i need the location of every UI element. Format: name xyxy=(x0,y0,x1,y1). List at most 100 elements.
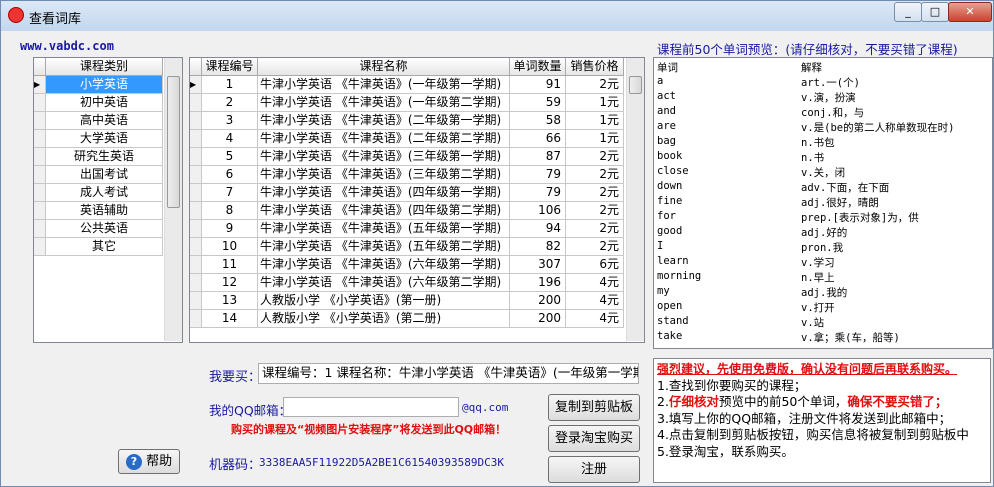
qq-email-input[interactable] xyxy=(283,397,459,417)
col-word-count[interactable]: 单词数量 xyxy=(510,58,566,76)
price: 2元 xyxy=(566,238,624,256)
table-row[interactable]: 13 人教版小学 《小学英语》(第一册) 200 4元 xyxy=(190,292,626,310)
note-2-num: 2. xyxy=(657,394,669,409)
preview-meaning: adv.下面，在下面 xyxy=(801,182,890,194)
category-label[interactable]: 研究生英语 xyxy=(46,148,163,166)
table-row[interactable]: 6 牛津小学英语 《牛津英语》(三年级第二学期) 79 2元 xyxy=(190,166,626,184)
row-indicator xyxy=(190,130,202,148)
col-course-name[interactable]: 课程名称 xyxy=(258,58,510,76)
category-item[interactable]: 公共英语 xyxy=(34,220,164,238)
word-count: 66 xyxy=(510,130,566,148)
word-count: 79 xyxy=(510,166,566,184)
row-indicator xyxy=(190,238,202,256)
category-label[interactable]: 英语辅助 xyxy=(46,202,163,220)
category-label[interactable]: 大学英语 xyxy=(46,130,163,148)
category-label[interactable]: 初中英语 xyxy=(46,94,163,112)
preview-word: book xyxy=(657,150,683,162)
category-label[interactable]: 高中英语 xyxy=(46,112,163,130)
col-course-id[interactable]: 课程编号 xyxy=(202,58,258,76)
app-icon xyxy=(8,7,24,23)
register-button[interactable]: 注册 xyxy=(548,456,640,483)
category-item[interactable]: 大学英语 xyxy=(34,130,164,148)
table-row[interactable]: 5 牛津小学英语 《牛津英语》(三年级第一学期) 87 2元 xyxy=(190,148,626,166)
help-button[interactable]: ? 帮助 xyxy=(118,449,180,474)
table-row[interactable]: 14 人教版小学 《小学英语》(第二册) 200 4元 xyxy=(190,310,626,328)
price: 4元 xyxy=(566,274,624,292)
preview-word: a xyxy=(657,75,664,87)
preview-meaning: adj.我的 xyxy=(801,287,848,299)
table-row[interactable]: 12 牛津小学英语 《牛津英语》(六年级第二学期) 196 4元 xyxy=(190,274,626,292)
price: 1元 xyxy=(566,130,624,148)
scroll-thumb[interactable] xyxy=(167,76,180,208)
category-scrollbar[interactable] xyxy=(164,58,182,341)
course-id: 6 xyxy=(202,166,258,184)
category-label[interactable]: 公共英语 xyxy=(46,220,163,238)
preview-word: I xyxy=(657,240,664,252)
buy-info-field[interactable]: 课程编号：1 课程名称：牛津小学英语 《牛津英语》(一年级第一学期) xyxy=(258,363,639,384)
site-link[interactable]: www.vabdc.com xyxy=(20,39,114,53)
help-label: 帮助 xyxy=(146,454,173,469)
category-item[interactable]: 高中英语 xyxy=(34,112,164,130)
table-row[interactable]: 10 牛津小学英语 《牛津英语》(五年级第二学期) 82 2元 xyxy=(190,238,626,256)
course-name: 牛津小学英语 《牛津英语》(三年级第二学期) xyxy=(258,166,510,184)
note-3: 3.填写上你的QQ邮箱，注册文件将发送到此邮箱中； xyxy=(657,410,952,426)
category-item[interactable]: 英语辅助 xyxy=(34,202,164,220)
col-price[interactable]: 销售价格 xyxy=(566,58,624,76)
category-item[interactable]: 成人考试 xyxy=(34,184,164,202)
buy-label: 我要买： xyxy=(209,370,262,385)
preview-word: 单词 xyxy=(657,62,678,74)
close-button[interactable]: ✕ xyxy=(948,2,992,22)
preview-meaning: pron.我 xyxy=(801,242,844,254)
course-name: 牛津小学英语 《牛津英语》(一年级第一学期) xyxy=(258,76,510,94)
category-list: 课程类别 ▶ 小学英语 初中英语 高中英语 大学英语 研究生英语 出国考试 成人考试 英语辅助公… xyxy=(33,57,183,343)
copy-to-clipboard-button[interactable]: 复制到剪贴板 xyxy=(548,394,640,421)
row-indicator-header xyxy=(190,58,202,76)
category-label[interactable]: 出国考试 xyxy=(46,166,163,184)
table-row[interactable]: 2 牛津小学英语 《牛津英语》(一年级第二学期) 59 1元 xyxy=(190,94,626,112)
price: 2元 xyxy=(566,202,624,220)
preview-row: good adj.好的 xyxy=(654,225,992,240)
category-item[interactable]: 研究生英语 xyxy=(34,148,164,166)
course-id: 14 xyxy=(202,310,258,328)
category-label[interactable]: 其它 xyxy=(46,238,163,256)
note-2-text: 预览中的前50个单词， xyxy=(718,394,848,409)
preview-row: and conj.和，与 xyxy=(654,105,992,120)
course-scrollbar[interactable] xyxy=(626,58,644,341)
scroll-thumb[interactable] xyxy=(629,76,642,94)
row-indicator xyxy=(190,184,202,202)
preview-word: down xyxy=(657,180,683,192)
table-row[interactable]: ▶ 1 牛津小学英语 《牛津英语》(一年级第一学期) 91 2元 xyxy=(190,76,626,94)
table-row[interactable]: 8 牛津小学英语 《牛津英语》(四年级第二学期) 106 2元 xyxy=(190,202,626,220)
course-name: 牛津小学英语 《牛津英语》(四年级第一学期) xyxy=(258,184,510,202)
taobao-buy-button[interactable]: 登录淘宝购买 xyxy=(548,425,640,452)
category-item[interactable]: 其它 xyxy=(34,238,164,256)
row-indicator xyxy=(34,112,46,130)
table-row[interactable]: 4 牛津小学英语 《牛津英语》(二年级第二学期) 66 1元 xyxy=(190,130,626,148)
row-indicator: ▶ xyxy=(34,76,46,94)
category-item[interactable]: 出国考试 xyxy=(34,166,164,184)
category-item[interactable]: 初中英语 xyxy=(34,94,164,112)
category-label[interactable]: 成人考试 xyxy=(46,184,163,202)
preview-meaning: 解释 xyxy=(801,62,822,74)
category-label[interactable]: 小学英语 xyxy=(46,76,163,94)
course-name: 牛津小学英语 《牛津英语》(五年级第二学期) xyxy=(258,238,510,256)
category-item[interactable]: ▶ 小学英语 xyxy=(34,76,164,94)
table-row[interactable]: 11 牛津小学英语 《牛津英语》(六年级第一学期) 307 6元 xyxy=(190,256,626,274)
word-count: 79 xyxy=(510,184,566,202)
table-row[interactable]: 7 牛津小学英语 《牛津英语》(四年级第一学期) 79 2元 xyxy=(190,184,626,202)
maximize-button[interactable]: □ xyxy=(921,2,949,22)
preview-meaning: v.学习 xyxy=(801,257,835,269)
word-count: 196 xyxy=(510,274,566,292)
preview-row: are v.是(be的第二人称单数现在时) xyxy=(654,120,992,135)
minimize-button[interactable]: _ xyxy=(894,2,922,22)
preview-word: for xyxy=(657,210,676,222)
row-indicator xyxy=(34,238,46,256)
qq-notice: 购买的课程及“视频图片安装程序”将发送到此QQ邮箱！ xyxy=(231,423,507,436)
table-row[interactable]: 9 牛津小学英语 《牛津英语》(五年级第一学期) 94 2元 xyxy=(190,220,626,238)
table-row[interactable]: 3 牛津小学英语 《牛津英语》(二年级第一学期) 58 1元 xyxy=(190,112,626,130)
price: 2元 xyxy=(566,76,624,94)
price: 4元 xyxy=(566,292,624,310)
preview-row: 单词 解释 xyxy=(654,60,992,75)
window: 查看词库 _ □ ✕ www.vabdc.com 课程类别 ▶ 小学英语 初中英语高… xyxy=(0,0,994,487)
row-indicator xyxy=(34,202,46,220)
